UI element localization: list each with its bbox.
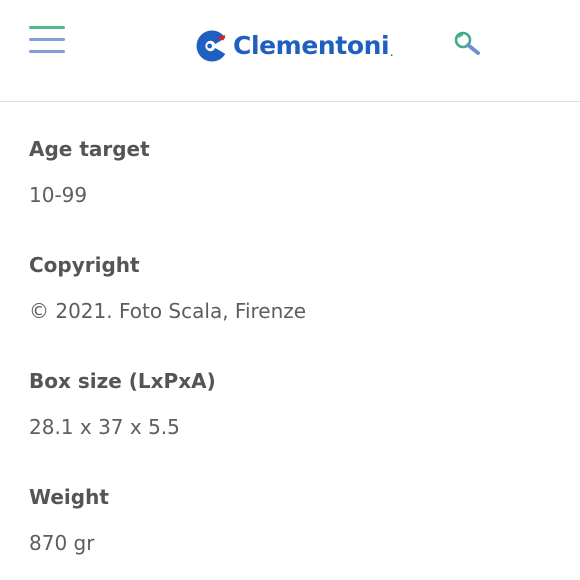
age-target-value: 10-99 [29,183,88,207]
product-details-page: Clementoni. Age target 10-99 Copyright ©… [0,0,580,580]
menu-button[interactable] [29,26,65,54]
menu-line-bottom [29,50,65,53]
search-button[interactable] [451,28,485,58]
weight-label: Weight [29,485,109,509]
menu-line-middle [29,38,65,41]
clementoni-logo[interactable]: Clementoni. [196,29,393,63]
box-size-label: Box size (LxPxA) [29,369,216,393]
site-header: Clementoni. [0,0,580,102]
copyright-label: Copyright [29,253,140,277]
weight-value: 870 gr [29,531,95,555]
magnifier-icon [454,31,480,55]
brand-suffix: . [390,49,393,58]
clementoni-logo-mark-icon [196,30,228,62]
copyright-value: © 2021. Foto Scala, Firenze [29,299,307,323]
hamburger-menu-icon [29,26,65,29]
brand-name-text: Clementoni [233,31,390,60]
brand-name: Clementoni. [233,30,393,62]
box-size-value: 28.1 x 37 x 5.5 [29,415,180,439]
age-target-label: Age target [29,137,150,161]
